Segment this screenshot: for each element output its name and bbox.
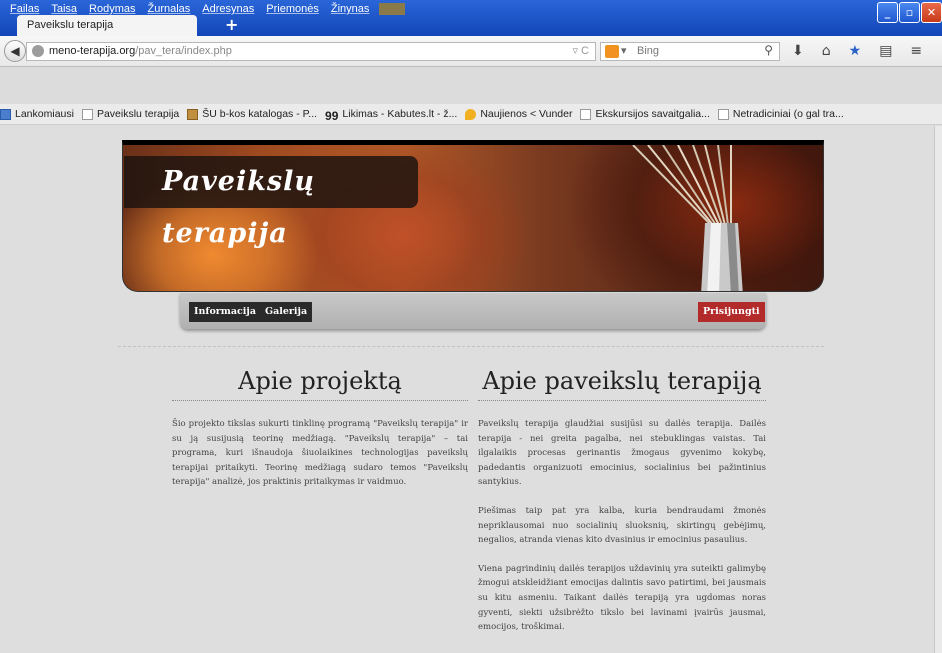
about-project-text: Šio projekto tikslas sukurti tinklinę pr… (172, 419, 468, 488)
bookmark-item[interactable]: Naujienos < Vunder (465, 108, 572, 120)
home-icon[interactable]: ⌂ (822, 43, 831, 59)
title-bar: Failas Taisa Rodymas Žurnalas Adresynas … (0, 0, 942, 36)
menu-history[interactable]: Žurnalas (142, 3, 197, 15)
maximize-button[interactable]: ▫ (899, 2, 920, 23)
image-icon (187, 108, 199, 120)
bookmark-item[interactable]: 99 Likimas - Kabutes.lt - ž... (325, 108, 458, 123)
close-button[interactable]: ✕ (921, 2, 942, 23)
bookmark-item[interactable]: Paveikslu terapija (81, 108, 180, 120)
tab-title: Paveikslu terapija (27, 19, 114, 31)
about-therapy-text-2: Piešimas taip pat yra kalba, kuria bendr… (478, 505, 766, 546)
nav-gallery-button[interactable]: Galerija (260, 302, 313, 322)
about-project-heading: Apie projektą (172, 364, 468, 401)
bookmark-star-icon[interactable]: ★ (849, 43, 862, 59)
bookmark-label: Ekskursijos savaitgalia... (595, 108, 710, 120)
page-icon (580, 108, 592, 120)
toolbar-icons: ⬇ ⌂ ★ ▤ ≡ (792, 43, 922, 59)
bookmark-label: Naujienos < Vunder (480, 108, 573, 120)
bookmark-label: ŠU b-kos katalogas - P... (202, 108, 318, 120)
page-icon (81, 108, 93, 120)
menu-tools[interactable]: Priemonės (260, 3, 325, 15)
vertical-scrollbar[interactable] (934, 126, 942, 653)
about-therapy-section: Apie paveikslų terapiją Paveikslų terapi… (478, 364, 766, 635)
window-controls: _ ▫ ✕ (877, 2, 942, 23)
menu-help[interactable]: Žinynas (325, 3, 376, 15)
bing-logo-icon (605, 45, 619, 58)
bookmark-item[interactable]: Lankomiausi (0, 108, 74, 120)
back-button[interactable]: ◀ (4, 40, 26, 62)
bookmarks-toolbar: Lankomiausi Paveikslu terapija ŠU b-kos … (0, 104, 942, 125)
bookmark-label: Paveikslu terapija (96, 108, 180, 120)
tab-active[interactable]: Paveikslu terapija (17, 15, 197, 36)
paintbrush-image (632, 145, 743, 291)
search-placeholder: Bing (637, 45, 660, 57)
bookmark-label: Lankomiausi (15, 108, 74, 120)
bookmark-item[interactable]: ŠU b-kos katalogas - P... (187, 108, 317, 120)
search-engine-dropdown[interactable]: ▾ (621, 43, 627, 60)
search-icon[interactable]: ⚲ (764, 42, 773, 59)
nav-info-button[interactable]: Informacija (189, 302, 261, 322)
download-icon[interactable]: ⬇ (792, 43, 804, 59)
globe-icon (32, 45, 44, 57)
bookmarks-icon (0, 108, 11, 120)
url-text: meno-terapija.org/pav_tera/index.php (49, 43, 232, 60)
browser-window: Failas Taisa Rodymas Žurnalas Adresynas … (0, 0, 942, 653)
url-path: /pav_tera/index.php (135, 45, 232, 57)
login-button[interactable]: Prisijungti (698, 302, 765, 322)
site-navigation: Informacija Galerija Prisijungti (180, 293, 766, 329)
content-divider (118, 346, 824, 347)
menu-bookmarks[interactable]: Adresynas (196, 3, 260, 15)
about-therapy-heading: Apie paveikslų terapiją (478, 364, 766, 401)
bookmark-item[interactable]: Netradiciniai (o gal tra... (717, 108, 844, 120)
url-host: meno-terapija.org (49, 45, 136, 57)
about-project-section: Apie projektą Šio projekto tikslas sukur… (172, 364, 468, 490)
menu-file[interactable]: Failas (4, 3, 45, 15)
menu-hamburger-icon[interactable]: ≡ (910, 43, 922, 59)
navigation-bar: ◀ meno-terapija.org/pav_tera/index.php ▿… (0, 36, 942, 67)
bookmark-label: Likimas - Kabutes.lt - ž... (342, 108, 458, 120)
menu-extension-icon[interactable] (379, 3, 406, 15)
minimize-button[interactable]: _ (877, 2, 898, 23)
search-bar[interactable]: ▾ Bing ⚲ (600, 42, 780, 61)
new-tab-button[interactable]: + (225, 16, 238, 34)
page-icon (717, 108, 729, 120)
about-therapy-text-1: Paveikslų terapija glaudžiai susijūsi su… (478, 419, 766, 488)
bookmark-label: Netradiciniai (o gal tra... (732, 108, 844, 120)
about-therapy-text-3: Viena pagrindinių dailės terapijos uždav… (478, 563, 766, 633)
bookmark-item[interactable]: Ekskursijos savaitgalia... (580, 108, 710, 120)
drop-icon (465, 108, 477, 120)
site-title: Paveikslų terapija (124, 156, 418, 249)
menu-bar: Failas Taisa Rodymas Žurnalas Adresynas … (4, 3, 406, 15)
reload-icon[interactable]: ▿ C (572, 43, 589, 60)
menu-view[interactable]: Rodymas (83, 3, 141, 15)
menu-edit[interactable]: Taisa (45, 3, 83, 15)
reading-list-icon[interactable]: ▤ (879, 43, 892, 59)
quote-icon: 99 (325, 108, 339, 123)
url-bar[interactable]: meno-terapija.org/pav_tera/index.php ▿ C (26, 42, 596, 61)
